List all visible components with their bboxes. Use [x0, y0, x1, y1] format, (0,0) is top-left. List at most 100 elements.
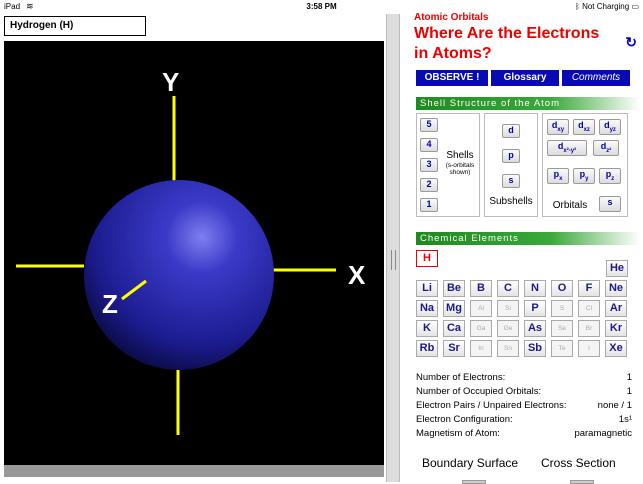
element-kr-button[interactable]: Kr [605, 320, 627, 337]
element-si-button[interactable]: Si [497, 300, 519, 317]
subshell-s-button[interactable]: s [502, 174, 520, 188]
element-k-button[interactable]: K [416, 320, 438, 337]
tab-observe[interactable]: OBSERVE ! [416, 70, 488, 86]
boundary-surface-indicator [462, 480, 486, 484]
element-se-button[interactable]: Se [551, 320, 573, 337]
shells-note: (s-orbitals shown) [445, 162, 475, 176]
s-orbital-sphere [84, 180, 274, 370]
tab-comments[interactable]: Comments [562, 70, 630, 86]
element-ga-button[interactable]: Ga [470, 320, 492, 337]
orbitals-label: Orbitals [552, 200, 588, 211]
reload-icon[interactable]: ↻ [625, 34, 637, 51]
element-cl-button[interactable]: Cl [578, 300, 600, 317]
element-mg-button[interactable]: Mg [443, 300, 465, 317]
orbital-dx2y2-button[interactable]: dx²-y² [547, 140, 587, 156]
shell-5-button[interactable]: 5 [420, 118, 438, 132]
element-c-button[interactable]: C [497, 280, 519, 297]
shell-3-button[interactable]: 3 [420, 158, 438, 172]
view-scrollbar[interactable] [4, 465, 384, 477]
panel-title: Where Are the Electrons in Atoms? [414, 25, 600, 62]
control-panel: Atomic Orbitals Where Are the Electrons … [410, 12, 643, 484]
subshells-box: d p s Subshells [484, 113, 538, 217]
battery-icon: ▭ [631, 2, 639, 11]
clock: 3:58 PM [306, 2, 337, 11]
element-o-button[interactable]: O [551, 280, 573, 297]
x-axis-label: X [348, 260, 366, 290]
shells-label: Shells [446, 150, 474, 161]
element-sr-button[interactable]: Sr [443, 340, 465, 357]
element-na-button[interactable]: Na [416, 300, 438, 317]
subshells-label: Subshells [489, 196, 533, 207]
element-sn-button[interactable]: Sn [497, 340, 519, 357]
orbital-dyz-button[interactable]: dyz [599, 119, 621, 135]
subshell-p-button[interactable]: p [502, 149, 520, 163]
info-row: Number of Electrons: 1 [416, 372, 632, 384]
element-xe-button[interactable]: Xe [605, 340, 627, 357]
orbital-dxy-button[interactable]: dxy [547, 119, 569, 135]
cross-section-button[interactable]: Cross Section [541, 456, 616, 470]
info-label: Electron Configuration: [416, 414, 513, 425]
info-row: Magnetism of Atom: paramagnetic [416, 428, 632, 440]
info-label: Number of Electrons: [416, 372, 506, 383]
shell-section-header: Shell Structure of the Atom [416, 97, 640, 110]
element-s-button[interactable]: S [551, 300, 573, 317]
y-axis-label: Y [162, 67, 179, 97]
shell-1-button[interactable]: 1 [420, 198, 438, 212]
info-label: Electron Pairs / Unpaired Electrons: [416, 400, 567, 411]
element-i-button[interactable]: I [578, 340, 600, 357]
shell-4-button[interactable]: 4 [420, 138, 438, 152]
tab-glossary[interactable]: Glossary [491, 70, 559, 86]
info-value: 1 [626, 372, 632, 383]
info-label: Magnetism of Atom: [416, 428, 500, 439]
z-axis-label: Z [102, 289, 118, 319]
status-bar: iPad ≋ 3:58 PM ᛒ Not Charging ▭ [0, 0, 643, 14]
shell-2-button[interactable]: 2 [420, 178, 438, 192]
orbital-dxz-button[interactable]: dxz [573, 119, 595, 135]
element-h-button[interactable]: H [416, 250, 438, 267]
panel-subtitle: Atomic Orbitals [414, 12, 489, 23]
orbital-pz-button[interactable]: pz [599, 168, 621, 184]
info-value: paramagnetic [574, 428, 632, 439]
element-li-button[interactable]: Li [416, 280, 438, 297]
element-ne-button[interactable]: Ne [605, 280, 627, 297]
info-row: Electron Configuration: 1s¹ [416, 414, 632, 426]
element-ge-button[interactable]: Ge [497, 320, 519, 337]
subshell-d-button[interactable]: d [502, 124, 520, 138]
orbital-dz2-button[interactable]: dz² [593, 140, 619, 156]
info-row: Number of Occupied Orbitals: 1 [416, 386, 632, 398]
shells-box: 5 4 3 2 1 Shells (s-orbitals shown) [416, 113, 480, 217]
element-f-button[interactable]: F [578, 280, 600, 297]
element-ar-button[interactable]: Ar [605, 300, 627, 317]
info-value: none / 1 [597, 400, 632, 411]
split-divider[interactable] [386, 14, 400, 482]
info-label: Number of Occupied Orbitals: [416, 386, 542, 397]
tab-bar: OBSERVE ! Glossary Comments [416, 70, 630, 86]
orbital-px-button[interactable]: px [547, 168, 569, 184]
atom-title: Hydrogen (H) [4, 16, 146, 36]
element-b-button[interactable]: B [470, 280, 492, 297]
orbitals-box: dxy dxz dyz dx²-y² dz² px py pz s Orbita… [542, 113, 628, 217]
element-ca-button[interactable]: Ca [443, 320, 465, 337]
drag-handle-icon[interactable] [391, 250, 396, 270]
info-value: 1s¹ [618, 414, 632, 425]
info-value: 1 [626, 386, 632, 397]
boundary-surface-button[interactable]: Boundary Surface [422, 456, 518, 470]
element-rb-button[interactable]: Rb [416, 340, 438, 357]
info-row: Electron Pairs / Unpaired Electrons: none… [416, 400, 632, 412]
element-in-button[interactable]: In [470, 340, 492, 357]
orbital-s-button[interactable]: s [599, 196, 621, 212]
elements-section-header: Chemical Elements [416, 232, 640, 245]
element-be-button[interactable]: Be [443, 280, 465, 297]
element-al-button[interactable]: Al [470, 300, 492, 317]
element-p-button[interactable]: P [524, 300, 546, 317]
element-sb-button[interactable]: Sb [524, 340, 546, 357]
element-te-button[interactable]: Te [551, 340, 573, 357]
battery-status: ᛒ Not Charging ▭ [575, 2, 639, 11]
element-as-button[interactable]: As [524, 320, 546, 337]
bluetooth-icon: ᛒ [575, 2, 583, 11]
orbital-3d-view[interactable]: Y X Z [4, 41, 384, 465]
element-n-button[interactable]: N [524, 280, 546, 297]
element-he-button[interactable]: He [606, 260, 628, 277]
element-br-button[interactable]: Br [578, 320, 600, 337]
orbital-py-button[interactable]: py [573, 168, 595, 184]
